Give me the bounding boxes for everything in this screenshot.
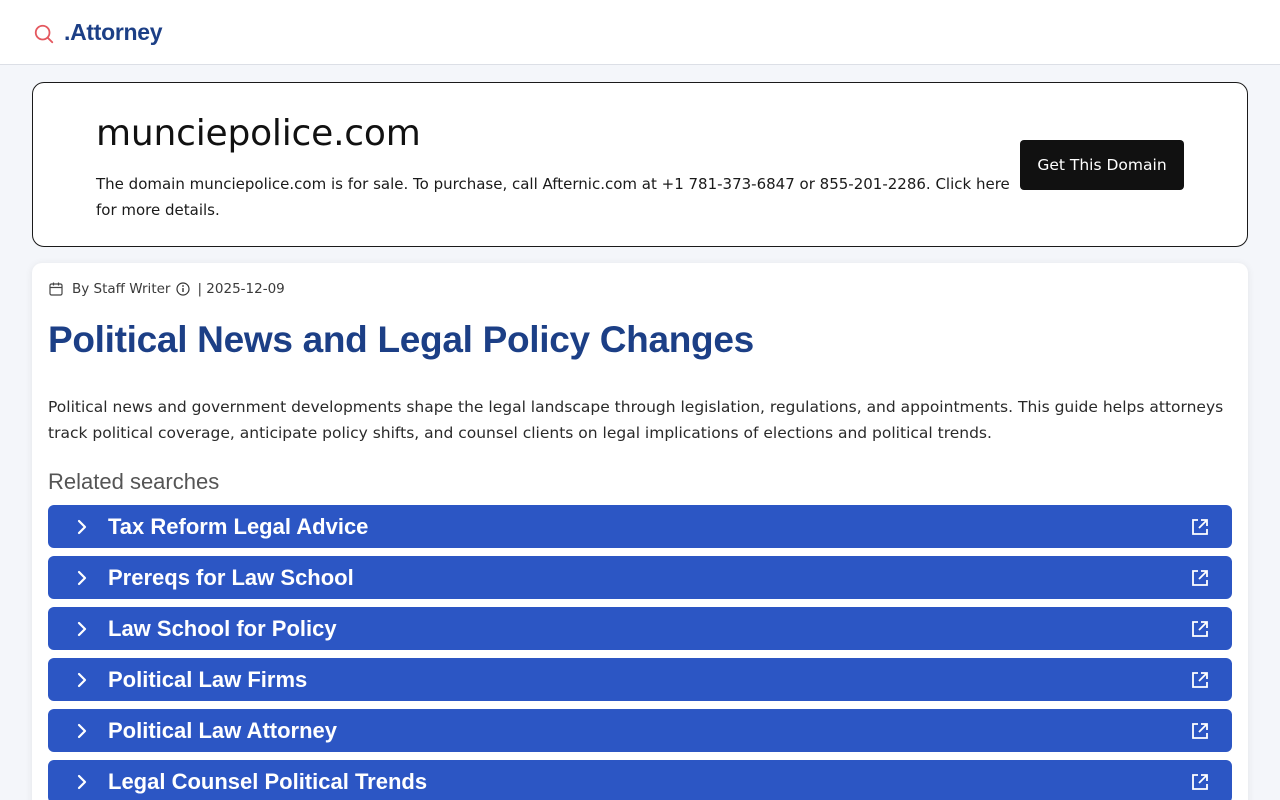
article-title: Political News and Legal Policy Changes xyxy=(48,319,754,360)
related-search-item[interactable]: Political Law Firms xyxy=(48,658,1232,701)
related-search-label: Tax Reform Legal Advice xyxy=(108,513,369,539)
chevron-right-icon xyxy=(74,723,90,739)
external-link-icon xyxy=(1189,669,1211,691)
related-search-label: Legal Counsel Political Trends xyxy=(108,768,428,794)
related-search-item[interactable]: Legal Counsel Political Trends xyxy=(48,760,1232,800)
chevron-right-icon xyxy=(74,621,90,637)
calendar-icon xyxy=(48,281,64,297)
info-icon[interactable] xyxy=(175,281,191,297)
related-search-item[interactable]: Law School for Policy xyxy=(48,607,1232,650)
domain-sale-description[interactable]: The domain munciepolice.com is for sale.… xyxy=(96,171,1026,223)
external-link-icon xyxy=(1189,567,1211,589)
publish-date: | 2025-12-09 xyxy=(197,281,285,297)
chevron-right-icon xyxy=(74,672,90,688)
site-logo[interactable]: .Attorney xyxy=(64,19,163,46)
article-meta: By Staff Writer | 2025-12-09 xyxy=(48,279,285,299)
external-link-icon xyxy=(1189,516,1211,538)
related-searches-heading: Related searches xyxy=(48,469,220,494)
chevron-right-icon xyxy=(74,570,90,586)
related-search-label: Political Law Attorney xyxy=(108,717,338,743)
chevron-right-icon xyxy=(74,519,90,535)
related-search-item[interactable]: Tax Reform Legal Advice xyxy=(48,505,1232,548)
related-search-label: Prereqs for Law School xyxy=(108,564,354,590)
top-bar: .Attorney xyxy=(0,0,1280,65)
related-search-label: Political Law Firms xyxy=(108,666,308,692)
article-lead: Political news and government developmen… xyxy=(48,398,1224,442)
external-link-icon xyxy=(1189,771,1211,793)
article-card: By Staff Writer | 2025-12-09 Political N… xyxy=(32,263,1248,800)
related-search-item[interactable]: Prereqs for Law School xyxy=(48,556,1232,599)
related-search-label: Law School for Policy xyxy=(108,615,337,641)
domain-name: munciepolice.com xyxy=(96,113,421,154)
external-link-icon xyxy=(1189,618,1211,640)
chevron-right-icon xyxy=(74,774,90,790)
related-search-item[interactable]: Political Law Attorney xyxy=(48,709,1232,752)
get-domain-button[interactable]: Get This Domain xyxy=(1020,140,1184,190)
external-link-icon xyxy=(1189,720,1211,742)
related-searches-list: Tax Reform Legal Advice Prereqs for Law … xyxy=(48,505,1232,800)
search-icon[interactable] xyxy=(33,23,55,45)
author-label: By Staff Writer xyxy=(72,281,171,297)
domain-sale-banner: munciepolice.com The domain munciepolice… xyxy=(32,82,1248,247)
